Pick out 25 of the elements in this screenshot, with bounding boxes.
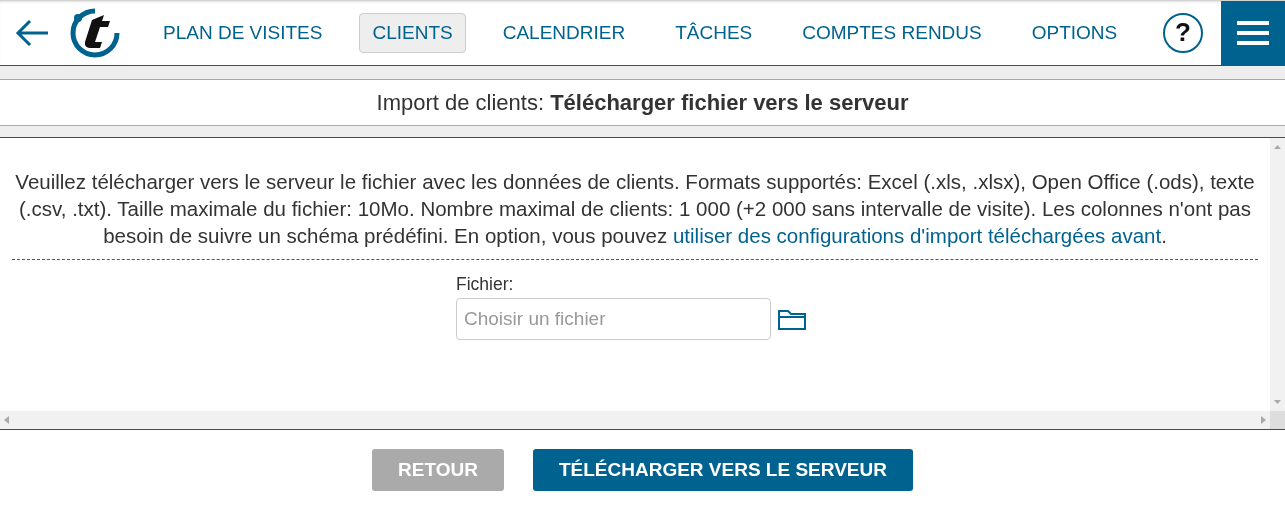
nav-tab[interactable]: OPTIONS bbox=[1018, 12, 1131, 53]
vertical-scrollbar[interactable] bbox=[1270, 138, 1285, 411]
nav-tab[interactable]: PLAN DE VISITES bbox=[150, 12, 336, 53]
file-field[interactable]: Choisir un fichier bbox=[456, 298, 771, 340]
logo-icon bbox=[70, 7, 120, 58]
menu-button[interactable] bbox=[1221, 1, 1285, 65]
scrollbar-corner bbox=[1270, 411, 1285, 429]
folder-icon[interactable] bbox=[777, 307, 807, 331]
back-arrow-icon[interactable] bbox=[14, 17, 50, 48]
configurations-link[interactable]: utiliser des configurations d'import téléchargées avant bbox=[672, 224, 1162, 247]
menu-icon bbox=[1237, 20, 1269, 46]
nav-tab[interactable]: CALENDRIER bbox=[489, 12, 639, 53]
instructions-text: Veuillez télécharger vers le serveur le fichier avec les données de clients. Formats supportés: Excel (.xls, .xlsx), Open Office (.ods), texte (.csv, .txt). Taille maximale du fichier: 10Mo. Nombre maximal de clients: 1 000 (+2 000 sans intervalle de visite). Les colonnes n'ont pas besoin de suivre un schéma prédéfini. En option, vous pouvez utiliser des configurations d'import téléchargées avant. bbox=[12, 168, 1258, 260]
scroll-up-icon[interactable] bbox=[1274, 145, 1281, 149]
scroll-left-icon[interactable] bbox=[4, 416, 10, 424]
file-label: Fichier: bbox=[456, 274, 514, 295]
horizontal-scrollbar[interactable] bbox=[0, 411, 1270, 429]
scroll-down-icon[interactable] bbox=[1274, 400, 1281, 404]
upload-button[interactable]: TÉLÉCHARGER VERS LE SERVEUR bbox=[532, 449, 913, 491]
nav-tab[interactable]: CLIENTS bbox=[359, 12, 466, 53]
help-button[interactable]: ? bbox=[1163, 12, 1203, 53]
nav-tab[interactable]: TÂCHES bbox=[662, 12, 766, 53]
page-title: Import de clients: Télécharger fichier vers le serveur bbox=[376, 89, 909, 116]
nav-tab[interactable]: COMPTES RENDUS bbox=[789, 12, 995, 53]
scroll-right-icon[interactable] bbox=[1260, 416, 1266, 424]
